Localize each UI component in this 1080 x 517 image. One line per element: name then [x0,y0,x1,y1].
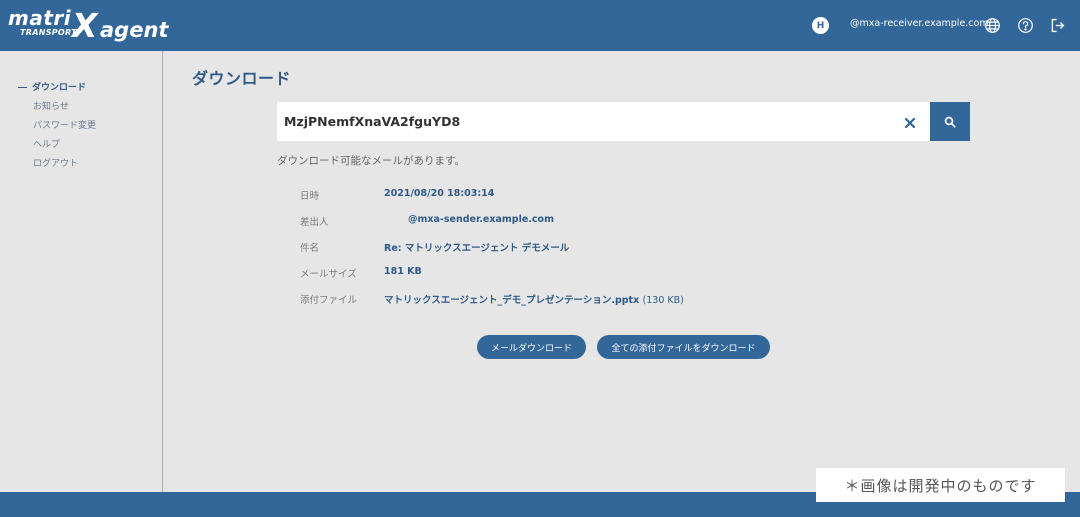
sidebar-item-help[interactable]: ヘルプ [18,140,96,159]
detail-row-attachment: 添付ファイル マトリックスエージェント_デモ_プレゼンテーション.pptx (1… [300,292,900,306]
status-message: ダウンロード可能なメールがあります。 [277,155,465,167]
sidebar-item-label: お知らせ [33,102,69,112]
date-label: 日時 [300,191,320,202]
detail-row-size: メールサイズ 181 KB [300,266,900,280]
globe-icon[interactable] [984,17,1001,34]
detail-row-subject: 件名 Re: マトリックスエージェント デモメール [300,240,900,254]
mail-download-button[interactable]: メールダウンロード [477,335,586,359]
logo-agent-text: agent [100,18,169,42]
subject-label: 件名 [300,243,320,254]
search-box [277,102,930,141]
date-value: 2021/08/20 18:03:14 [384,188,495,199]
search-icon [944,116,956,128]
size-label: メールサイズ [300,269,357,280]
development-notice: ＊画像は開発中のものです [816,468,1065,502]
attachment-label: 添付ファイル [300,295,358,306]
attachment-value: マトリックスエージェント_デモ_プレゼンテーション.pptx (130 KB) [384,292,684,306]
logo-x-text: X [72,6,98,45]
sidebar: ダウンロード お知らせ パスワード変更 ヘルプ ログアウト [0,51,163,492]
size-value: 181 KB [384,266,422,277]
sender-label: 差出人 [300,217,329,228]
active-indicator [18,87,27,88]
matrix-agent-logo[interactable]: matri TRANSPORT X agent [8,6,178,46]
logout-icon[interactable] [1049,17,1066,34]
download-all-attachments-button[interactable]: 全ての添付ファイルをダウンロード [597,335,770,359]
search-button[interactable] [930,102,970,141]
sidebar-item-change-password[interactable]: パスワード変更 [18,121,96,140]
attachment-name[interactable]: マトリックスエージェント_デモ_プレゼンテーション.pptx [384,295,639,306]
sidebar-item-logout[interactable]: ログアウト [18,159,96,178]
sidebar-item-label: ログアウト [33,159,79,169]
sidebar-item-download[interactable]: ダウンロード [18,83,96,102]
subject-value: Re: マトリックスエージェント デモメール [384,243,570,254]
sidebar-nav: ダウンロード お知らせ パスワード変更 ヘルプ ログアウト [18,83,96,178]
attachment-size: (130 KB) [642,295,684,306]
clear-icon[interactable] [903,115,917,129]
sender-value: @mxa-sender.example.com [408,214,554,225]
user-avatar[interactable]: H [812,17,829,34]
detail-row-date: 日時 2021/08/20 18:03:14 [300,188,900,202]
app-header: matri TRANSPORT X agent H @mxa-receiver.… [0,0,1080,51]
sidebar-item-label: ダウンロード [32,83,87,93]
user-email: @mxa-receiver.example.com [850,18,989,29]
help-icon[interactable] [1017,17,1034,34]
sidebar-item-notices[interactable]: お知らせ [18,102,96,121]
logo-matrix-text: matri [8,6,72,30]
logo-transport-text: TRANSPORT [20,28,77,37]
page-title: ダウンロード [192,69,292,88]
sidebar-item-label: ヘルプ [33,140,61,150]
download-code-input[interactable] [277,102,897,141]
sidebar-item-label: パスワード変更 [33,121,97,131]
detail-row-sender: 差出人 @mxa-sender.example.com [300,214,900,228]
